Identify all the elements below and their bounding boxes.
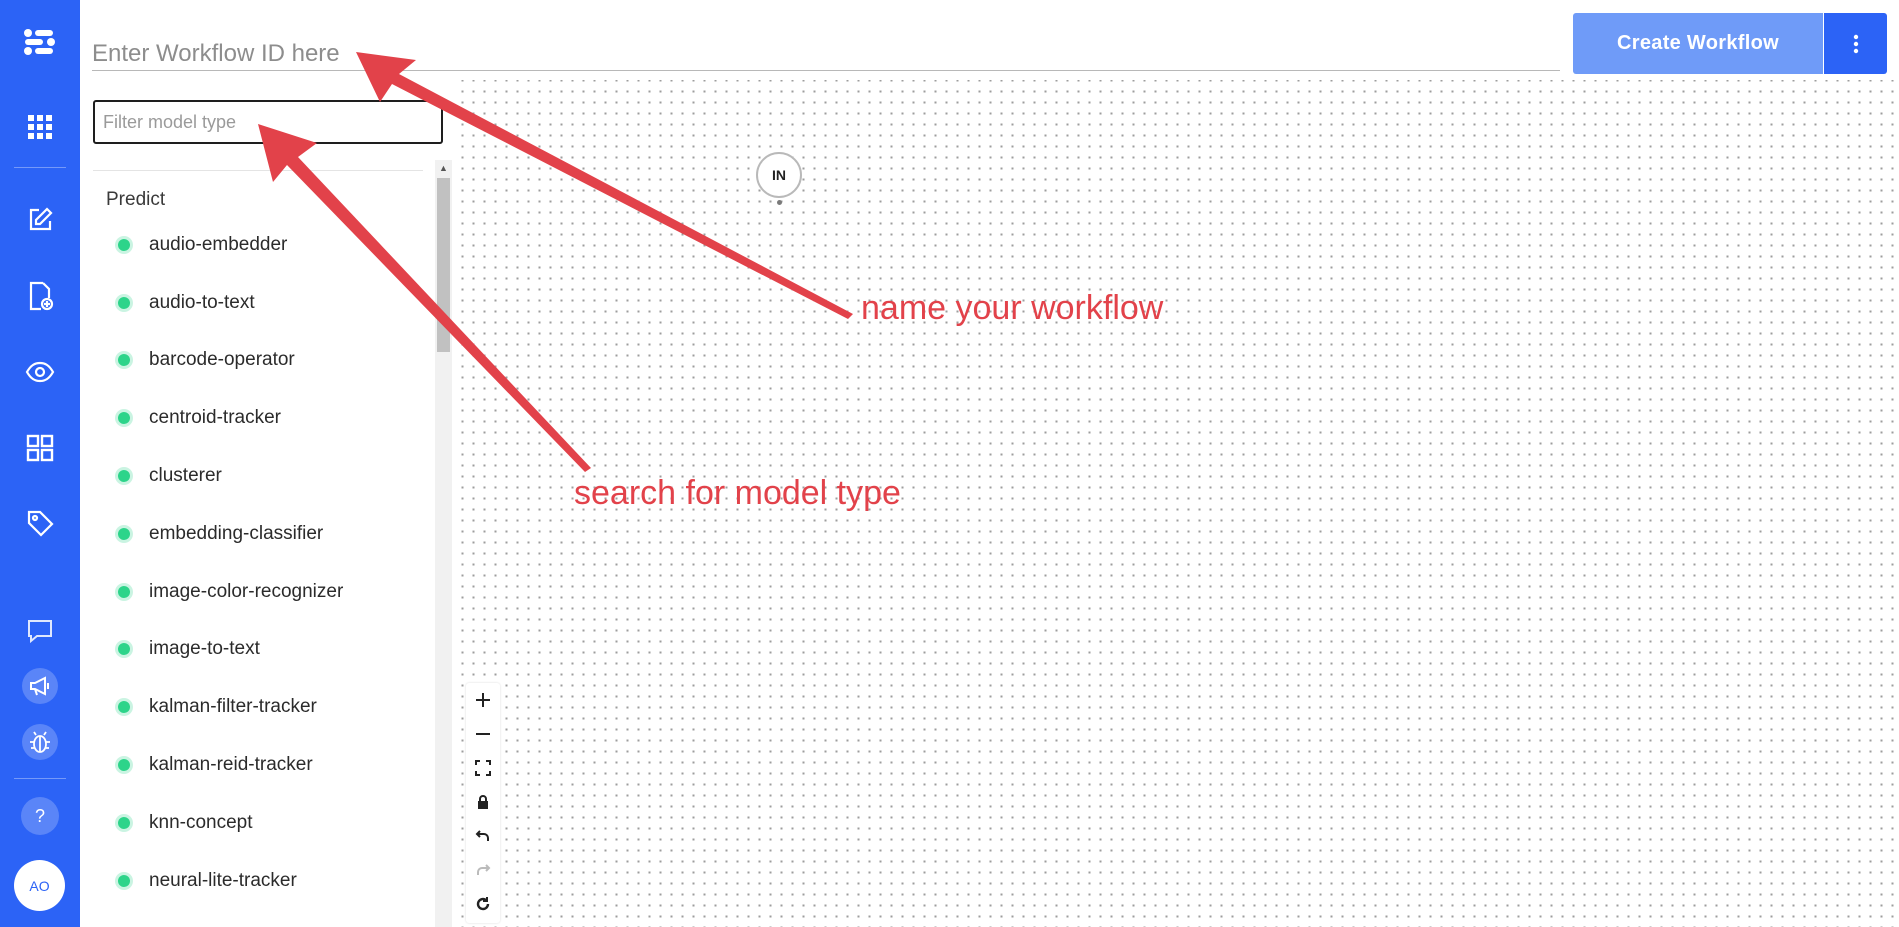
model-item-label: neural-lite-tracker — [149, 870, 297, 891]
filter-model-type-input[interactable] — [93, 100, 443, 144]
kebab-menu-icon — [1853, 34, 1858, 53]
chat-icon[interactable] — [20, 611, 60, 651]
model-node-icon — [118, 701, 130, 713]
model-item-label: image-to-text — [149, 638, 260, 659]
model-item-label: audio-embedder — [149, 234, 288, 255]
model-item-label: image-color-recognizer — [149, 581, 344, 602]
model-node-icon — [118, 297, 130, 309]
model-item[interactable]: knn-concept — [93, 803, 423, 843]
model-item[interactable]: image-to-text — [93, 629, 423, 669]
model-node-icon — [118, 354, 130, 366]
input-node[interactable]: IN — [756, 152, 802, 198]
model-item[interactable]: audio-to-text — [93, 283, 423, 323]
reset-icon[interactable] — [466, 887, 500, 921]
model-item[interactable]: clusterer — [93, 456, 423, 496]
model-type-panel: Predict audio-embedder audio-to-text bar… — [93, 175, 433, 927]
undo-icon[interactable] — [466, 819, 500, 853]
list-divider — [93, 170, 423, 171]
model-node-icon — [118, 586, 130, 598]
canvas-controls — [466, 683, 500, 923]
model-item[interactable]: audio-embedder — [93, 225, 423, 265]
megaphone-icon[interactable] — [22, 668, 58, 704]
model-item[interactable]: kalman-filter-tracker — [93, 687, 423, 727]
group-label-predict: Predict — [106, 189, 166, 210]
model-item[interactable]: embedding-classifier — [93, 514, 423, 554]
edit-icon[interactable] — [20, 200, 60, 240]
apps-grid-icon[interactable] — [20, 107, 60, 147]
user-avatar[interactable]: AO — [14, 860, 65, 911]
scroll-thumb[interactable] — [437, 178, 450, 352]
model-item-label: centroid-tracker — [149, 407, 281, 428]
annotation-search-model-type: search for model type — [574, 474, 901, 512]
help-button[interactable]: ? — [21, 797, 59, 835]
bug-icon[interactable] — [22, 724, 58, 760]
model-item-label: audio-to-text — [149, 292, 255, 313]
scroll-up-arrow-icon[interactable]: ▲ — [435, 160, 452, 176]
zoom-in-icon[interactable] — [466, 683, 500, 717]
model-item-label: knn-concept — [149, 812, 253, 833]
model-node-icon — [118, 239, 130, 251]
model-item[interactable]: barcode-operator — [93, 340, 423, 380]
eye-icon[interactable] — [20, 352, 60, 392]
file-add-icon[interactable] — [20, 276, 60, 316]
zoom-out-icon[interactable] — [466, 717, 500, 751]
model-item-label: barcode-operator — [149, 349, 295, 370]
nav-divider — [14, 167, 66, 168]
model-item[interactable]: kalman-reid-tracker — [93, 745, 423, 785]
input-node-port[interactable] — [777, 200, 782, 205]
model-item[interactable]: neural-lite-tracker — [93, 861, 423, 901]
model-node-icon — [118, 759, 130, 771]
model-node-icon — [118, 875, 130, 887]
logo-icon[interactable] — [20, 22, 60, 62]
more-options-button[interactable] — [1824, 13, 1887, 74]
model-node-icon — [118, 643, 130, 655]
model-node-icon — [118, 528, 130, 540]
create-workflow-button[interactable]: Create Workflow — [1573, 13, 1823, 74]
model-item-label: kalman-filter-tracker — [149, 696, 317, 717]
model-item[interactable]: image-color-recognizer — [93, 572, 423, 612]
model-item[interactable]: centroid-tracker — [93, 398, 423, 438]
tag-icon[interactable] — [20, 503, 60, 543]
nav-divider-bottom — [14, 778, 66, 779]
model-item-label: embedding-classifier — [149, 523, 324, 544]
model-item-label: clusterer — [149, 465, 222, 486]
model-node-icon — [118, 412, 130, 424]
dashboard-icon[interactable] — [20, 428, 60, 468]
workflow-id-input[interactable] — [92, 38, 1560, 71]
annotation-name-workflow: name your workflow — [861, 289, 1164, 327]
lock-icon[interactable] — [466, 785, 500, 819]
left-nav: ? AO — [0, 0, 80, 927]
fit-view-icon[interactable] — [466, 751, 500, 785]
model-list-scrollbar[interactable]: ▲ — [435, 160, 452, 927]
model-node-icon — [118, 817, 130, 829]
redo-icon[interactable] — [466, 853, 500, 887]
model-node-icon — [118, 470, 130, 482]
model-item-label: kalman-reid-tracker — [149, 754, 313, 775]
